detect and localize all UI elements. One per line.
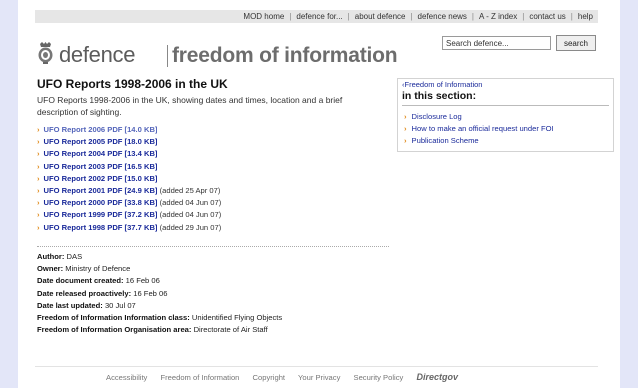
added-date: (added 04 Jun 07): [159, 210, 222, 220]
report-link-2001[interactable]: UFO Report 2001 PDF [24.9 KB]: [44, 186, 158, 195]
mod-crest-icon: [38, 42, 53, 64]
report-link-2006[interactable]: UFO Report 2006 PDF [14.0 KB]: [44, 125, 158, 134]
list-item: › UFO Report 2000 PDF [33.8 KB] (added 04…: [37, 197, 221, 209]
list-item: › UFO Report 2006 PDF [14.0 KB]: [37, 124, 221, 136]
list-item: › UFO Report 2001 PDF [24.9 KB] (added 25…: [37, 185, 221, 197]
brand-foi-wordmark: freedom of information: [172, 44, 398, 67]
footer-link-copyright[interactable]: Copyright: [253, 373, 286, 382]
footer-link-security[interactable]: Security Policy: [354, 373, 404, 382]
brand-defence-wordmark[interactable]: defence: [59, 44, 136, 66]
report-link-1998[interactable]: UFO Report 1998 PDF [37.7 KB]: [44, 223, 158, 232]
sidebar-heading: in this section:: [402, 90, 477, 102]
report-link-2005[interactable]: UFO Report 2005 PDF [18.0 KB]: [44, 137, 158, 146]
report-link-2000[interactable]: UFO Report 2000 PDF [33.8 KB]: [44, 198, 158, 207]
page-title: UFO Reports 1998-2006 in the UK: [37, 77, 228, 91]
arrow-icon: ›: [404, 124, 407, 134]
intro-text: UFO Reports 1998-2006 in the UK, showing…: [37, 95, 343, 117]
meta-row-updated: Date last updated: 30 Jul 07: [37, 300, 136, 310]
meta-row-released: Date released proactively: 16 Feb 06: [37, 288, 168, 298]
meta-row-area: Freedom of Information Organisation area…: [37, 325, 268, 335]
page: MOD home | defence for... | about defence |…: [18, 0, 620, 388]
footer-divider: [35, 366, 598, 367]
list-item: › UFO Report 1999 PDF [37.2 KB] (added 04…: [37, 209, 221, 221]
sidebar-breadcrumb[interactable]: ‹Freedom of Information: [402, 80, 482, 89]
meta-row-owner: Owner: Ministry of Defence: [37, 264, 131, 274]
arrow-icon: ›: [404, 112, 407, 121]
document-metadata: Author: DAS Owner: Ministry of Defence D…: [37, 251, 282, 336]
footer-link-accessibility[interactable]: Accessibility: [106, 373, 147, 382]
directgov-logo[interactable]: Directgov: [416, 372, 458, 382]
meta-row-created: Date document created: 16 Feb 06: [37, 276, 160, 286]
arrow-icon: ›: [37, 161, 40, 171]
report-link-1999[interactable]: UFO Report 1999 PDF [37.2 KB]: [44, 210, 158, 219]
nav-defence-for[interactable]: defence for...: [291, 12, 347, 21]
meta-row-author: Author: DAS: [37, 252, 83, 261]
added-date: (added 04 Jun 07): [159, 198, 222, 208]
section-sidebar: ‹Freedom of Information in this section:…: [397, 78, 614, 152]
arrow-icon: ›: [37, 186, 40, 196]
added-date: (added 25 Apr 07): [159, 186, 221, 196]
arrow-icon: ›: [37, 125, 40, 134]
meta-row-class: Freedom of Information Information class…: [37, 313, 283, 323]
arrow-icon: ›: [37, 198, 40, 208]
top-navigation: MOD home | defence for... | about defence |…: [35, 10, 598, 23]
list-item: › UFO Report 2004 PDF [13.4 KB]: [37, 148, 221, 160]
footer: Accessibility Freedom of Information Cop…: [106, 372, 458, 382]
brand-divider: [167, 45, 168, 67]
arrow-icon: ›: [404, 136, 407, 146]
arrow-icon: ›: [37, 137, 40, 147]
search-input[interactable]: [442, 36, 551, 50]
footer-link-privacy[interactable]: Your Privacy: [298, 373, 340, 382]
nav-a-z-index[interactable]: A - Z index: [474, 12, 522, 21]
nav-defence-news[interactable]: defence news: [413, 12, 472, 21]
sidebar-item-disclosure-log: › Disclosure Log: [404, 112, 462, 121]
arrow-icon: ›: [37, 222, 40, 232]
nav-contact-us[interactable]: contact us: [524, 12, 570, 21]
footer-link-foi[interactable]: Freedom of Information: [160, 373, 239, 382]
sidebar-item-publication-scheme: › Publication Scheme: [404, 136, 479, 146]
list-item: › UFO Report 2005 PDF [18.0 KB]: [37, 136, 221, 148]
section-divider: [37, 246, 389, 247]
search-button[interactable]: search: [556, 35, 596, 51]
list-item: › UFO Report 2003 PDF [16.5 KB]: [37, 161, 221, 173]
list-item: › UFO Report 2002 PDF [15.0 KB]: [37, 173, 221, 185]
nav-mod-home[interactable]: MOD home: [238, 12, 289, 21]
sidebar-item-foi-request: › How to make an official request under F…: [404, 124, 554, 134]
arrow-icon: ›: [37, 210, 40, 220]
arrow-icon: ›: [37, 149, 40, 159]
sidebar-links: › Disclosure Log › How to make an official…: [404, 111, 554, 148]
arrow-icon: ›: [37, 173, 40, 183]
report-link-2004[interactable]: UFO Report 2004 PDF [13.4 KB]: [44, 149, 158, 158]
report-link-2002[interactable]: UFO Report 2002 PDF [15.0 KB]: [44, 174, 158, 183]
sidebar-divider: [402, 105, 609, 106]
report-link-2003[interactable]: UFO Report 2003 PDF [16.5 KB]: [44, 162, 158, 171]
added-date: (added 29 Jun 07): [159, 222, 222, 232]
nav-help[interactable]: help: [573, 12, 598, 21]
list-item: › UFO Report 1998 PDF [37.7 KB] (added 29…: [37, 222, 221, 234]
nav-about-defence[interactable]: about defence: [350, 12, 411, 21]
report-list: › UFO Report 2006 PDF [14.0 KB] › UFO Repo…: [37, 124, 221, 234]
